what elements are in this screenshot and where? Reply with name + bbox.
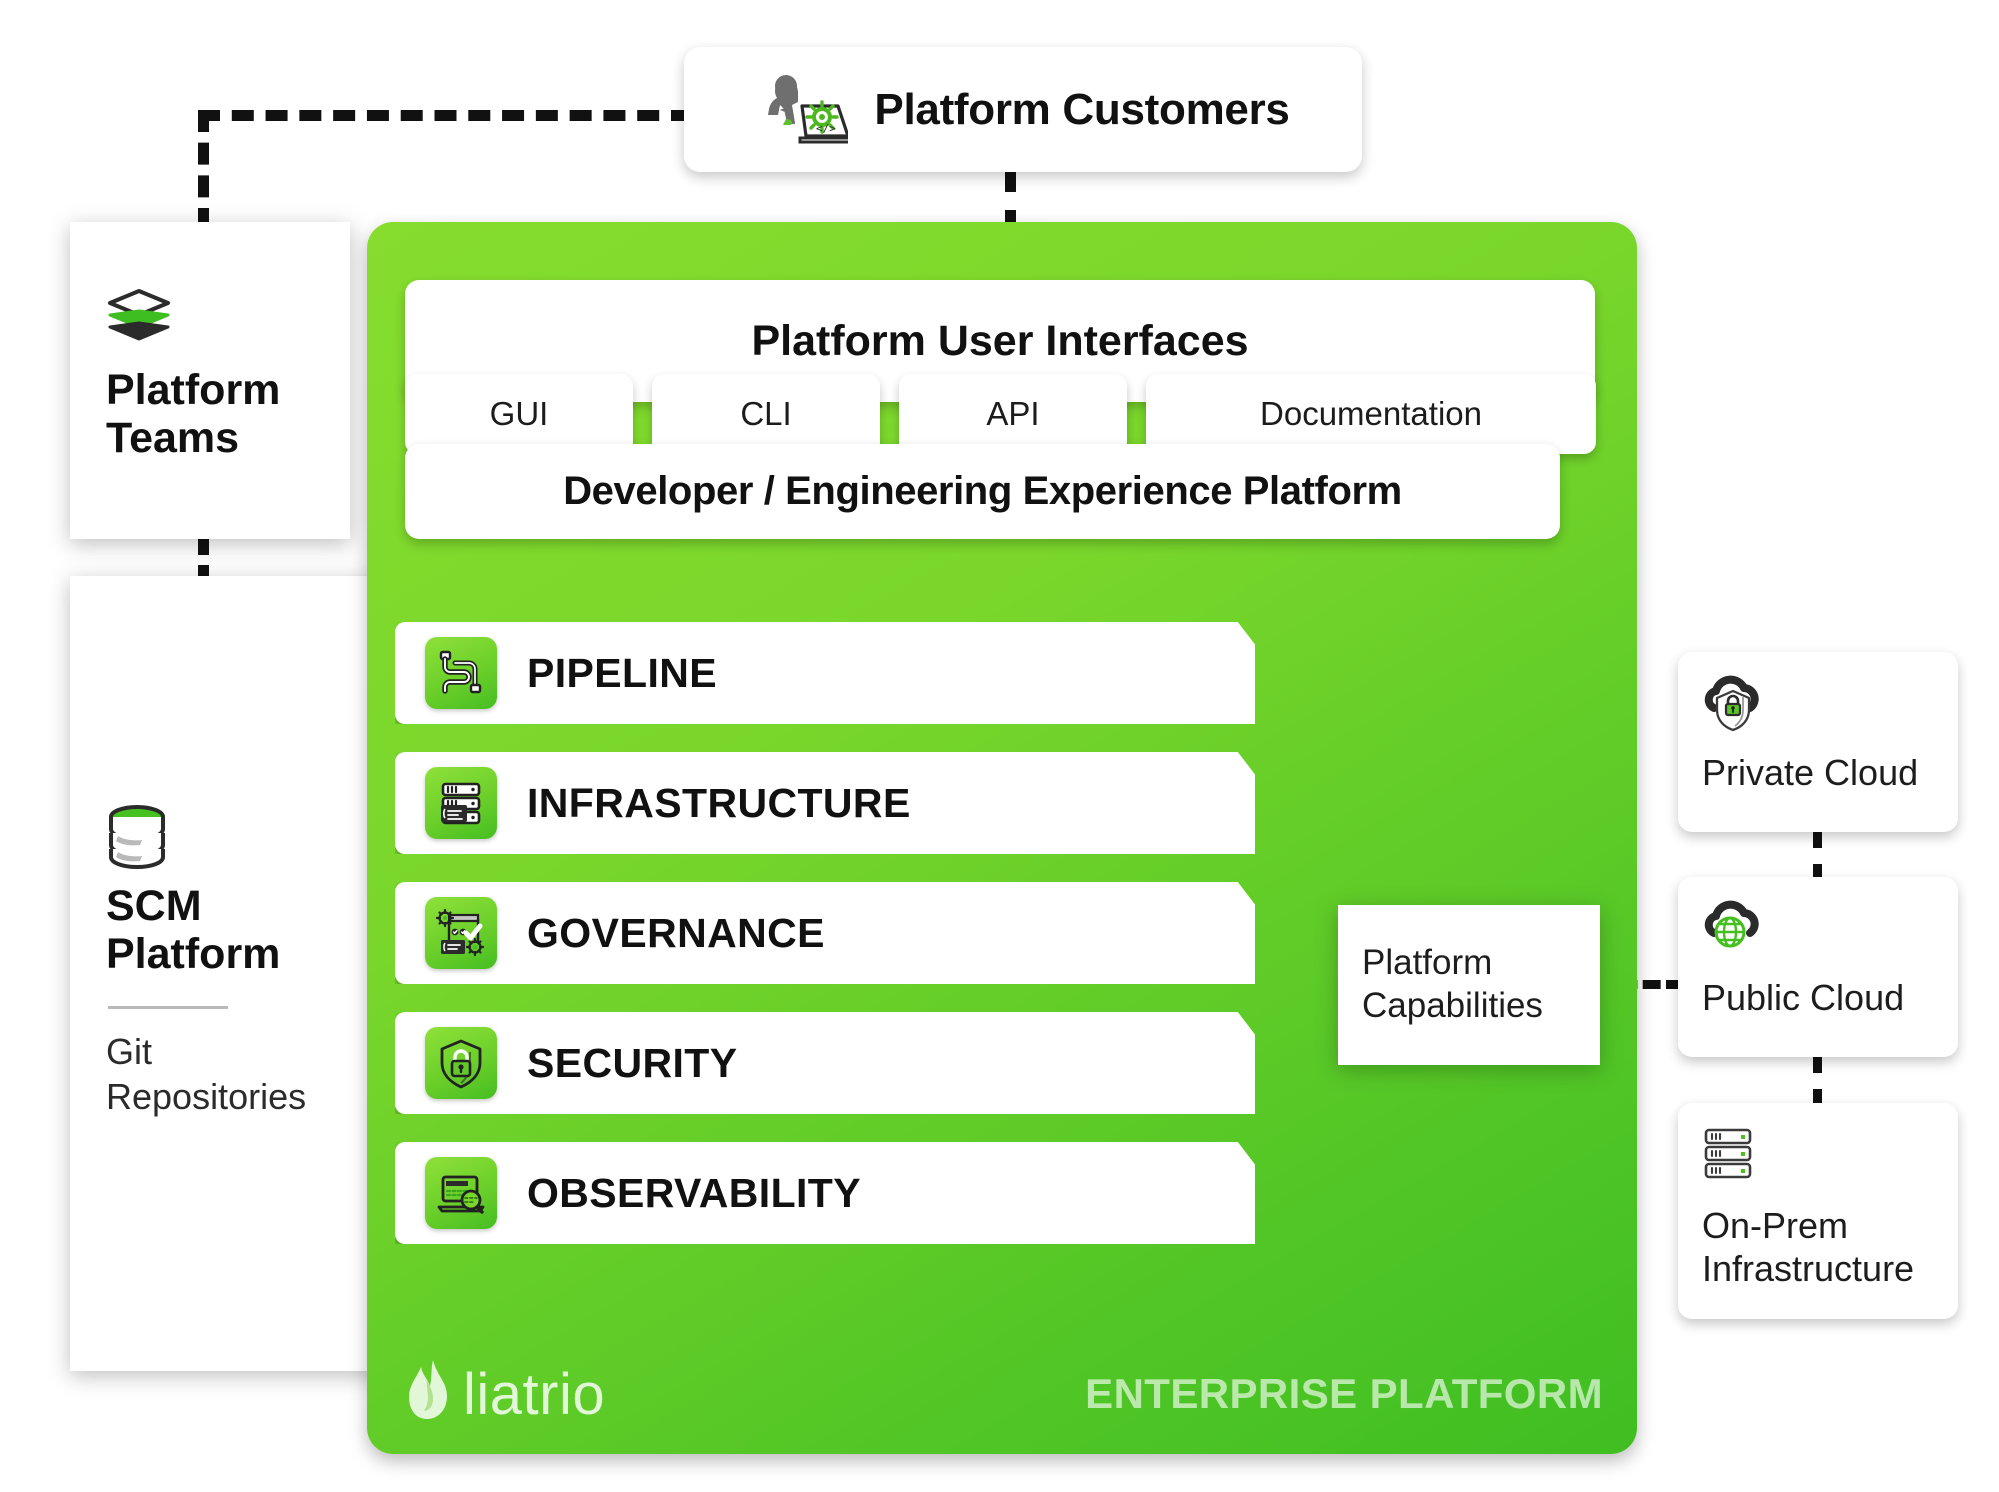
channel-documentation[interactable]: Documentation [1146,374,1596,454]
channel-gui[interactable]: GUI [405,374,633,454]
connector-private-to-public [1813,830,1822,882]
private-cloud-label: Private Cloud [1702,752,1919,793]
enterprise-platform-panel: Platform User Interfaces GUI CLI API Doc… [367,222,1637,1454]
enterprise-platform-footer-label: ENTERPRISE PLATFORM [1085,1370,1603,1417]
capabilities-callout-line1: Platform [1362,943,1493,983]
liatrio-flame-icon [405,1357,453,1432]
scm-subtitle-line2: Repositories [106,1076,307,1118]
capability-label-infrastructure: INFRASTRUCTURE [527,779,911,826]
connector-customers-to-teams [198,110,693,121]
platform-teams-content: Platform Teams [70,222,350,539]
capability-row-infrastructure[interactable]: INFRASTRUCTURE [395,752,1255,854]
public-cloud-label: Public Cloud [1702,977,1905,1018]
capability-row-governance[interactable]: GOVERNANCE [395,882,1255,984]
platform-customers-label: Platform Customers [874,84,1290,134]
developer-experience-platform-bar: Developer / Engineering Experience Platf… [405,444,1560,539]
scm-platform-content: SCM Platform Git Repositories [70,576,390,1371]
scm-subtitle-line1: Git [106,1031,153,1073]
cloud-globe-icon [1702,900,1768,961]
platform-teams-card[interactable]: Platform Teams [70,222,350,539]
laptop-magnifier-icon [425,1157,497,1229]
on-prem-label-line2: Infrastructure [1702,1248,1915,1290]
capability-row-observability[interactable]: OBSERVABILITY [395,1142,1255,1244]
diagram-canvas: </> Platform Customers Platform Teams SC… [0,0,1999,1492]
capability-row-security[interactable]: SECURITY [395,1012,1255,1114]
database-icon [106,804,172,869]
capability-label-pipeline: PIPELINE [527,649,718,696]
liatrio-brand: liatrio [405,1357,605,1432]
capability-label-security: SECURITY [527,1039,738,1086]
connector-teams-vertical [198,110,209,230]
platform-channels-row: GUI CLI API Documentation [405,374,1597,454]
capability-label-observability: OBSERVABILITY [527,1169,862,1216]
capability-label-governance: GOVERNANCE [527,909,825,956]
shield-lock-icon [425,1027,497,1099]
layers-icon [106,288,172,344]
server-rack-icon [425,767,497,839]
developer-at-laptop-icon: </> [756,64,854,155]
public-cloud-card[interactable]: Public Cloud [1678,877,1958,1057]
platform-teams-title-line1: Platform [106,366,281,414]
platform-teams-title-line2: Teams [106,414,240,463]
capability-row-pipeline[interactable]: PIPELINE [395,622,1255,724]
scm-platform-title: SCM Platform [106,882,364,978]
svg-text:</>: </> [816,122,836,135]
scm-platform-card[interactable]: SCM Platform Git Repositories [70,576,390,1371]
scm-platform-subtitle: Git Repositories [106,1029,364,1119]
connector-public-to-onprem [1813,1055,1822,1107]
platform-capabilities-callout[interactable]: Platform Capabilities [1338,905,1600,1065]
on-prem-label-line1: On-Prem [1702,1205,1849,1246]
channel-cli[interactable]: CLI [652,374,880,454]
server-stack-icon [1702,1128,1764,1189]
cloud-shield-lock-icon [1702,675,1768,736]
private-cloud-card[interactable]: Private Cloud [1678,652,1958,832]
capabilities-callout-content: Platform Capabilities [1338,905,1600,1065]
on-prem-infrastructure-card[interactable]: On-Prem Infrastructure [1678,1103,1958,1319]
platform-customers-card[interactable]: </> Platform Customers [684,47,1362,172]
on-prem-label: On-Prem Infrastructure [1702,1204,1936,1290]
liatrio-wordmark: liatrio [463,1362,606,1427]
gears-checklist-icon [425,897,497,969]
capabilities-callout-line2: Capabilities [1362,986,1543,1025]
platform-teams-title: Platform Teams [106,366,324,462]
channel-api[interactable]: API [899,374,1127,454]
scm-platform-title-line1: SCM [106,881,202,930]
scm-divider [108,1006,228,1010]
scm-platform-title-line2: Platform [106,930,281,978]
pipeline-icon [425,637,497,709]
